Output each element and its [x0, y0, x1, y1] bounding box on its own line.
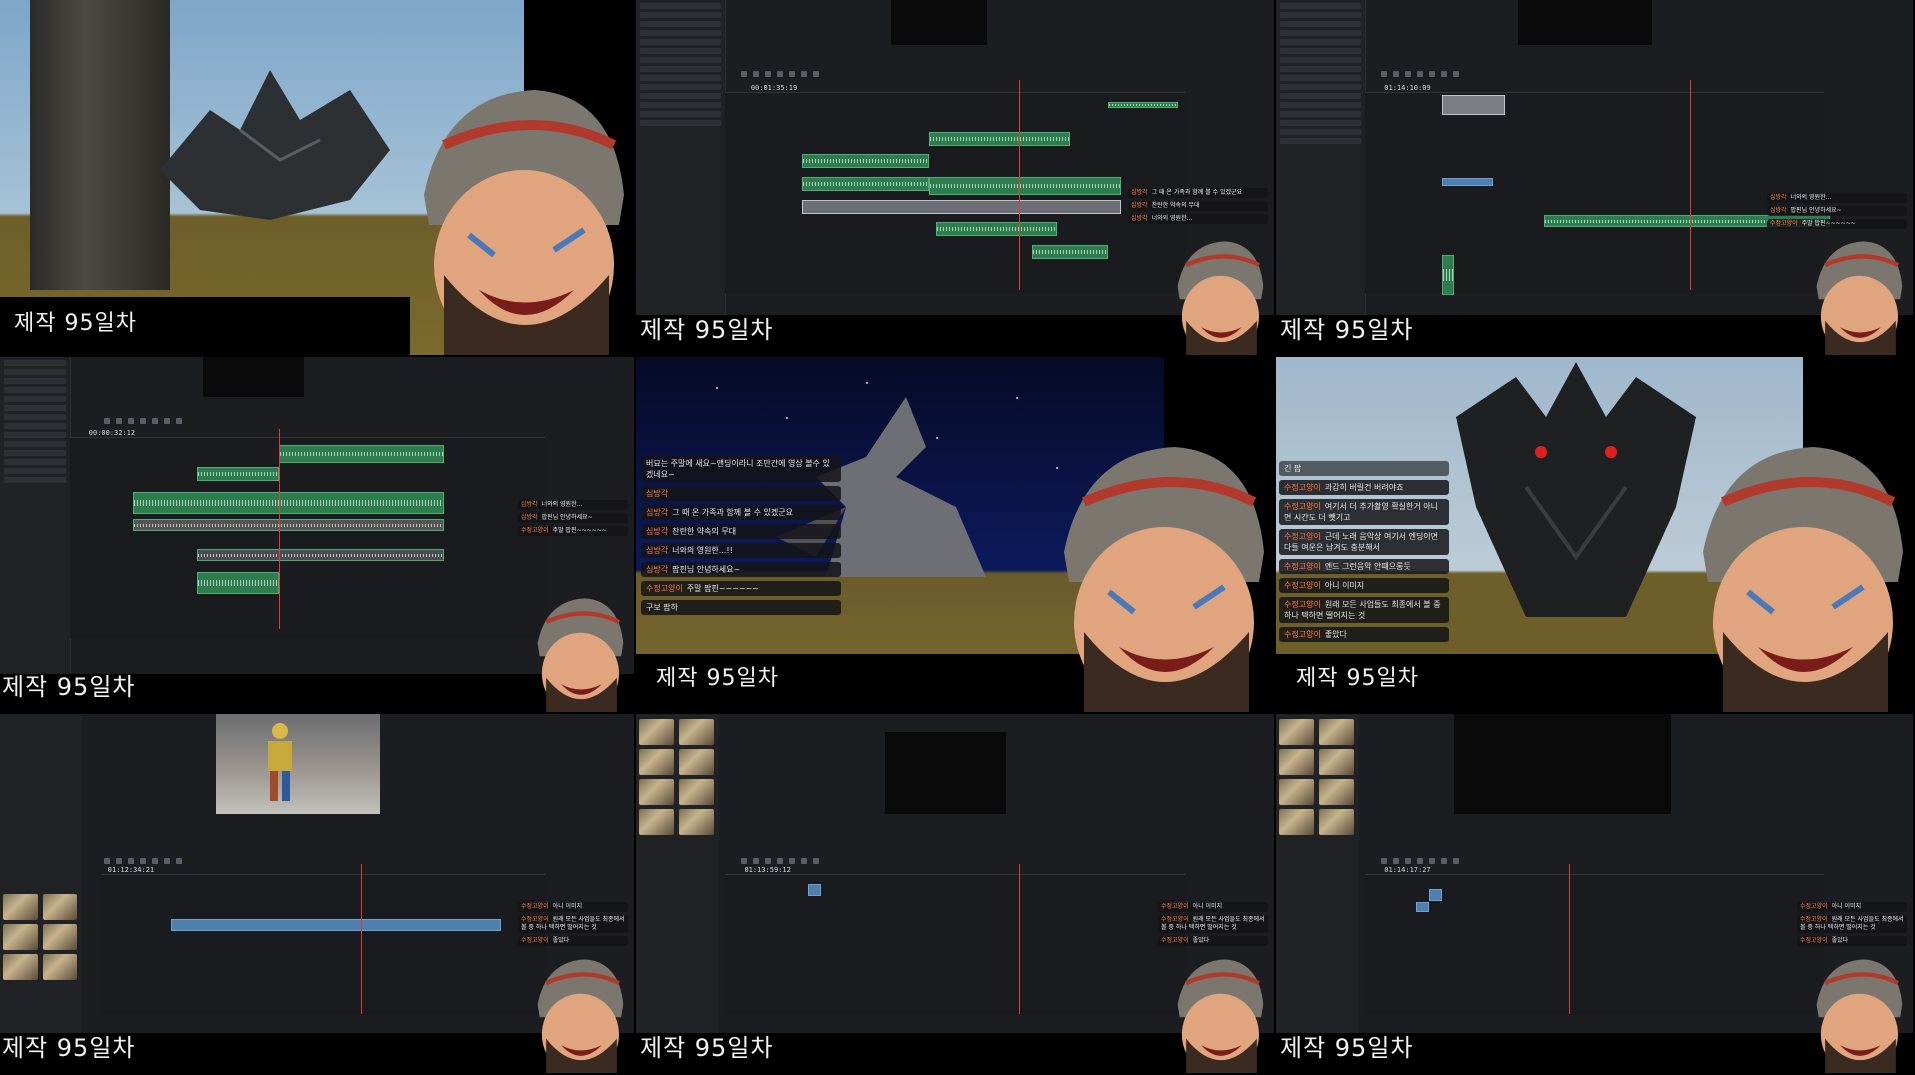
chat-message: 수정고양이 아니 이미지 [1279, 578, 1449, 593]
chat-message: 수정고양이 좋았다 [1797, 936, 1907, 946]
stop-icon[interactable] [753, 71, 760, 77]
chat-message: 수정고양이 과감히 버릴건 버려야죠 [1279, 480, 1449, 495]
chat-message: 수정고양이 여기서 더 추가촬영 확실한거 아니면 시간도 더 뺏기고 [1279, 499, 1449, 525]
tile-caption: 제작 95일차 [640, 1034, 774, 1062]
tile-caption: 제작 95일차 [2, 1034, 136, 1062]
chat-header: 긴 팝 [1279, 461, 1449, 476]
chat-message: 수정고양이 원래 모든 사업들도 최종에서 볼 중 하나 텍하면 떨어지는 것 [1279, 597, 1449, 623]
chat-message: 수정고양이 엔드 그런음악 안떄으롱듯 [1279, 559, 1449, 574]
knight-avatar-icon [1177, 241, 1264, 355]
tile-caption: 제작 95일차 [2, 673, 136, 701]
tile-caption: 제작 95일차 [14, 311, 137, 336]
chat-message: 수정고양이 원래 모든 사업들도 최종에서 볼 중 하나 텍하면 떨어지는 것 [518, 915, 628, 933]
chat-message: 심방각 너와의 영원한...!! [641, 543, 841, 558]
timecode: 00:01:35:19 [750, 84, 798, 92]
tile-editor-4: 01:12:34:21 수정고양이 아니 이미지 수정고양이 원래 모든 사업들도 … [0, 714, 636, 1075]
timecode: 00:00:32:12 [88, 429, 136, 437]
chat-message: 심방각 너와의 영원한... [1767, 193, 1907, 203]
tile-scene-dragon: 긴 팝 수정고양이 과감히 버릴건 버려야죠 수정고양이 여기서 더 추가촬영 확실… [1276, 357, 1915, 714]
chat-message: 심방각 팝핀님 안녕하세요~ [641, 562, 841, 577]
chat-message: 수정고양이 주말 팝핀~~~~~~ [641, 581, 841, 596]
dragon-icon [160, 70, 390, 220]
knight-avatar-icon [537, 959, 624, 1073]
chat-message: 수정고양이 좋았다 [1279, 627, 1449, 642]
timecode: 01:13:59:12 [744, 866, 791, 874]
chat-message: 수정고양이 주말 팝핀~~~~~~ [1767, 219, 1907, 229]
chat-message: 심방각 찬란한 약속의 무대 [1128, 201, 1268, 211]
chat-message: 심방각 [641, 486, 841, 501]
chat-message: 수정고양이 주말 팝핀~~~~~~ [518, 526, 628, 536]
chat-message: 수정고양이 원래 모든 사업들도 최종에서 볼 중 하나 텍하면 떨어지는 것 [1158, 915, 1268, 933]
chat-message: 심방각 찬란한 약속의 무대 [641, 524, 841, 539]
chat-message: 버묘는 주말에 새요~앤딩이라니 조만간에 영상 볼수 있겠네요~ [641, 456, 841, 482]
chat-message: 심방각 너와의 영원한... [518, 500, 628, 510]
chat-message: 심방각 그 때 온 가족과 함께 볼 수 있겠군요 [1128, 188, 1268, 198]
knight-avatar-icon [537, 598, 624, 712]
chat-message: 심방각 그 때 온 가족과 함께 볼 수 있겠군요 [641, 505, 841, 520]
chat-message: 수정고양이 아니 이미지 [1158, 902, 1268, 912]
chat-message: 수정고양이 아니 이미지 [518, 902, 628, 912]
tile-editor-5: 01:13:59:12 수정고양이 아니 이미지 수정고양이 원래 모든 사업들도 … [636, 714, 1276, 1075]
tile-editor-6: 01:14:17:27 수정고양이 아니 이미지 수정고양이 원래 모든 사업들도 … [1276, 714, 1915, 1075]
play-icon[interactable] [741, 71, 748, 77]
knight-avatar-icon [1703, 447, 1903, 712]
tile-caption: 제작 95일차 [1280, 1034, 1414, 1062]
timecode: 01:12:34:21 [107, 866, 155, 874]
tile-editor-1: 00:01:35:19 심방각 그 때 온 가족과 함께 볼 수 있겠군요 심방각… [636, 0, 1276, 357]
tile-editor-2: 01:14:10:09 심방각 너와의 영원한... 심방각 팝핀님 안녕하세요~ … [1276, 0, 1915, 357]
tile-caption: 제작 95일차 [656, 666, 779, 691]
chat-message: 수정고양이 원래 모든 사업들도 최종에서 볼 중 하나 텍하면 떨어지는 것 [1797, 915, 1907, 933]
knight-avatar-icon [1816, 959, 1903, 1073]
video-collage: 제작 95일차 00:01:35:19 심방각 그 때 온 가족과 함께 볼 수 … [0, 0, 1915, 1075]
timecode: 01:14:17:27 [1384, 866, 1431, 874]
chat-message: 수정고양이 좋았다 [1158, 936, 1268, 946]
chat-message: 구보 팝하 [641, 600, 841, 615]
tile-scene-night: 버묘는 주말에 새요~앤딩이라니 조만간에 영상 볼수 있겠네요~ 심방각 심방… [636, 357, 1276, 714]
chat-message: 심방각 너와의 영원한... [1128, 214, 1268, 224]
chat-message: 수정고양이 아니 이미지 [1797, 902, 1907, 912]
tile-caption: 제작 95일차 [1280, 316, 1414, 344]
knight-avatar-icon [1816, 241, 1903, 355]
chat-message: 심방각 팝핀님 안녕하세요~ [518, 513, 628, 523]
tile-caption: 제작 95일차 [640, 316, 774, 344]
knight-avatar-icon [1064, 447, 1264, 712]
knight-avatar-icon [424, 90, 624, 355]
tile-scene-day: 제작 95일차 [0, 0, 636, 357]
tile-caption: 제작 95일차 [1296, 666, 1419, 691]
chat-message: 수정고양이 좋았다 [518, 936, 628, 946]
knight-avatar-icon [1177, 959, 1264, 1073]
chat-message: 수정고양이 근데 노래 음악상 여기서 엔딩이면 다들 여운은 남겨도 충분해서 [1279, 529, 1449, 555]
preview-figure-icon [268, 723, 292, 801]
chat-message: 심방각 팝핀님 안녕하세요~ [1767, 206, 1907, 216]
timecode: 01:14:10:09 [1384, 84, 1431, 92]
tile-editor-3: 00:00:32:12 심방각 너와의 영원한... 심방각 팝핀님 안녕하세요~ … [0, 357, 636, 714]
